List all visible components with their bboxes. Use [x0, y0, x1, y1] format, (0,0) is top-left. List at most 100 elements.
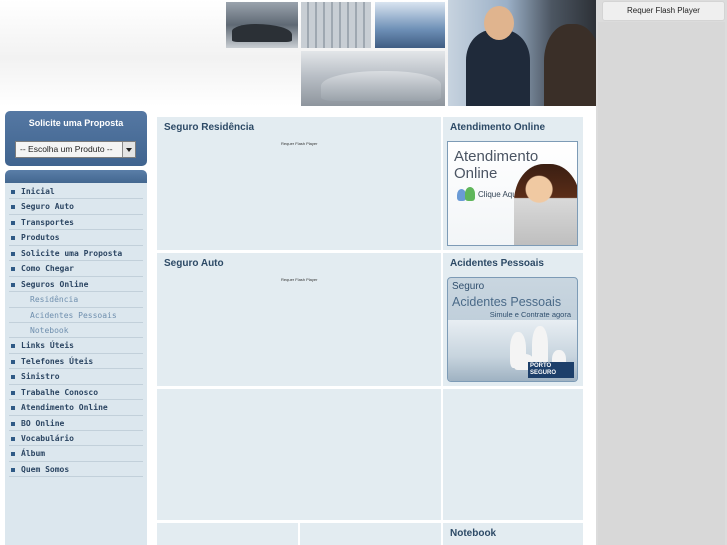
panel-empty [300, 523, 441, 545]
header-photo-collage [226, 0, 596, 106]
sidebar-item[interactable]: Seguro Auto [9, 199, 143, 215]
panel-title: Seguro Residência [164, 122, 255, 133]
panel-empty [443, 389, 583, 520]
sidebar-item-label: Residência [30, 295, 79, 305]
right-gray-area [596, 0, 727, 545]
sidebar-nav-list: Inicial Seguro Auto Transportes Produtos Sol… [9, 184, 143, 478]
bullet-icon [11, 467, 15, 472]
sidebar-item[interactable]: Vocabulário [9, 431, 143, 447]
bullet-icon [11, 267, 15, 272]
sidebar-item[interactable]: Trabalhe Conosco [9, 385, 143, 401]
banner-heading: Online [454, 165, 498, 182]
sidebar-item[interactable]: Sinistro [9, 369, 143, 385]
client-figure [544, 24, 596, 106]
sidebar-item[interactable]: Telefones Úteis [9, 354, 143, 370]
car-photo [226, 2, 298, 48]
proposal-box: Solicite uma Proposta -- Escolha um Prod… [5, 111, 147, 166]
porto-seguro-logo: PORTO SEGURO [528, 362, 574, 378]
sidebar-item[interactable]: Como Chegar [9, 261, 143, 277]
sidebar-item-label: Links Úteis [21, 341, 74, 351]
panel-title: Acidentes Pessoais [450, 258, 544, 269]
sidebar-item-label: Telefones Úteis [21, 356, 94, 366]
sidebar-item[interactable]: Residência [9, 292, 143, 308]
product-select[interactable]: -- Escolha um Produto -- [15, 141, 136, 158]
businessman-head [484, 6, 514, 40]
sidebar-item-label: Inicial [21, 187, 55, 196]
sidebar-item-label: Atendimento Online [21, 403, 108, 413]
panel-title: Atendimento Online [450, 122, 545, 133]
bullet-icon [11, 390, 15, 395]
sidebar-item-label: Seguros Online [21, 279, 89, 289]
acidentes-pessoais-banner[interactable]: Seguro Acidentes Pessoais Simule e Contr… [447, 277, 578, 382]
sidebar-item-label: Notebook [30, 325, 69, 335]
sidebar-item-label: Vocabulário [21, 434, 74, 443]
flash-placeholder[interactable]: Requer Flash Player [281, 141, 317, 146]
atendimento-online-banner[interactable]: Atendimento Online Clique Aqui! [447, 141, 578, 246]
silver-car-photo [301, 51, 445, 106]
bullet-icon [11, 205, 15, 210]
bullet-icon [11, 421, 15, 426]
banner-heading: Seguro [452, 281, 485, 292]
bullet-icon [11, 406, 15, 411]
flash-placeholder-button[interactable]: Requer Flash Player [602, 1, 725, 21]
bullet-icon [11, 251, 15, 256]
sidebar-item[interactable]: Acidentes Pessoais [9, 308, 143, 323]
operator-photo [514, 164, 577, 245]
bullet-icon [11, 437, 15, 441]
proposal-title: Solicite uma Proposta [28, 118, 124, 128]
building-photo [301, 2, 371, 48]
bullet-icon [11, 282, 15, 287]
right-flash-area [598, 22, 725, 545]
sidebar-item[interactable]: Solicite uma Proposta [9, 246, 143, 262]
banner-cta[interactable]: Simule e Contrate agora [490, 310, 571, 319]
sidebar-item[interactable]: BO Online [9, 416, 143, 431]
panel-title: Notebook [450, 528, 497, 539]
sidebar-item-label: Produtos [21, 233, 60, 243]
sidebar-item[interactable]: Quem Somos [9, 462, 143, 478]
bullet-icon [11, 344, 15, 349]
users-icon [457, 187, 475, 201]
bullet-icon [11, 375, 15, 380]
sidebar-item[interactable]: Inicial [9, 184, 143, 200]
panel-seguro-auto: Seguro Auto Requer Flash Player [157, 253, 441, 386]
sidebar-item-label: Quem Somos [21, 464, 70, 474]
header-banner [0, 0, 596, 106]
sidebar-nav-header [5, 170, 147, 183]
sidebar-item-label: Álbum [21, 449, 46, 459]
logo-text: PORTO [530, 363, 552, 369]
product-select-value: -- Escolha um Produto -- [20, 144, 113, 154]
businessman-figure [466, 30, 530, 106]
panel-seguro-residencia: Seguro Residência Requer Flash Player [157, 117, 441, 250]
sidebar-item-label: Acidentes Pessoais [30, 310, 117, 320]
sidebar-item[interactable]: Atendimento Online [9, 400, 143, 416]
sidebar-item[interactable]: Transportes [9, 215, 143, 231]
sidebar-item[interactable]: Álbum [9, 446, 143, 462]
bullet-icon [11, 220, 15, 225]
banner-heading: Atendimento [454, 148, 539, 165]
panel-empty [157, 523, 298, 545]
sidebar-item-label: Como Chegar [21, 264, 74, 274]
sidebar-item[interactable]: Produtos [9, 230, 143, 246]
logo-text: SEGURO [530, 370, 557, 376]
panel-notebook: Notebook [443, 523, 583, 545]
sidebar-item[interactable]: Links Úteis [9, 338, 143, 354]
banner-heading: Acidentes Pessoais [452, 295, 562, 309]
panel-title: Seguro Auto [164, 258, 224, 269]
handshake-photo [448, 0, 596, 106]
sidebar-item-label: Transportes [21, 217, 74, 227]
sidebar-item-label: Seguro Auto [21, 202, 74, 212]
skyline-photo [375, 2, 445, 48]
bullet-icon [11, 452, 15, 457]
bullet-icon [11, 236, 15, 241]
sidebar-item[interactable]: Seguros Online [9, 277, 143, 293]
panel-empty [157, 389, 441, 520]
chevron-down-icon[interactable] [122, 142, 135, 157]
bullet-icon [11, 190, 15, 194]
sidebar-item-label: Trabalhe Conosco [21, 387, 99, 397]
panel-atendimento-online: Atendimento Online Atendimento Online Cl… [443, 117, 583, 250]
bullet-icon [11, 359, 15, 364]
flash-placeholder[interactable]: Requer Flash Player [281, 277, 317, 282]
panel-acidentes-pessoais: Acidentes Pessoais Seguro Acidentes Pess… [443, 253, 583, 386]
sidebar-item[interactable]: Notebook [9, 323, 143, 339]
sidebar-item-label: Solicite uma Proposta [21, 248, 123, 258]
